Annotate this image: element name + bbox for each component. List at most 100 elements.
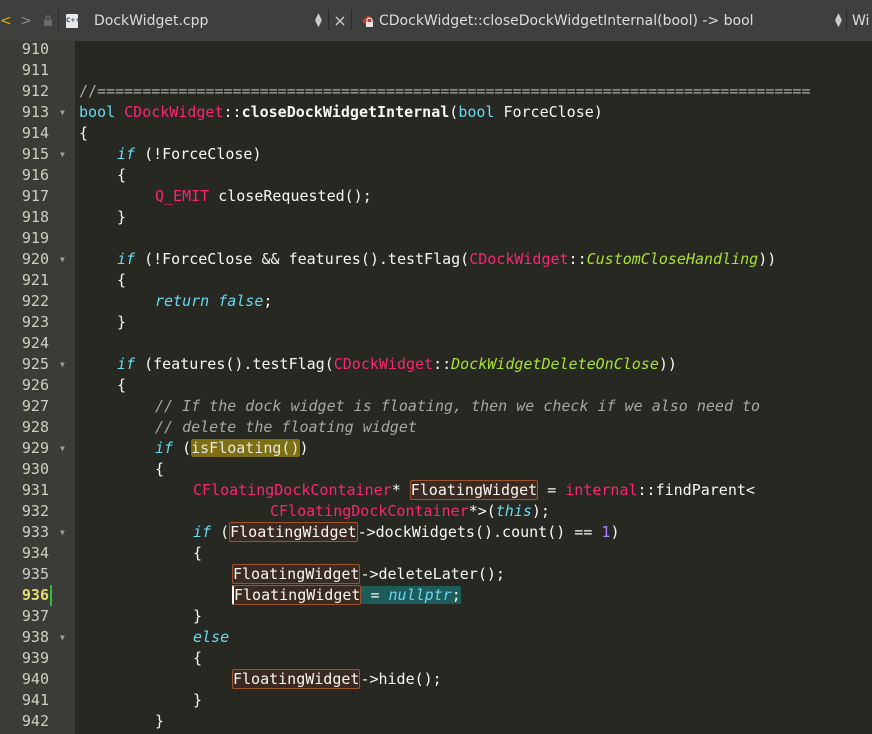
brace: {	[117, 166, 127, 184]
brace: }	[117, 208, 127, 226]
keyword-if: if	[117, 250, 136, 268]
code-line-941: }	[0, 690, 872, 711]
variable-reference: FloatingWidget	[232, 564, 361, 584]
assign: =	[361, 586, 389, 604]
return-type: bool	[79, 103, 116, 121]
code-line-932: CFloatingDockContainer*>(this);	[0, 501, 872, 522]
window-tab-label: Wi	[852, 12, 870, 29]
semicolon: ;	[451, 586, 461, 604]
code-line-937: }	[0, 606, 872, 627]
selected-text: = nullptr;	[361, 586, 461, 604]
member-call: ->hide();	[360, 670, 442, 688]
code-line-934: {	[0, 543, 872, 564]
code-line-918: }	[0, 207, 872, 228]
code-line-936: FloatingWidget = nullptr;	[0, 585, 872, 606]
brace: {	[155, 460, 165, 478]
return-statement: return false;	[155, 291, 272, 312]
scope-operator: ::	[223, 103, 242, 121]
keyword-if: if	[193, 523, 212, 541]
close-parens: ))	[758, 250, 777, 268]
class-name: CFloatingDockContainer	[193, 481, 392, 499]
keyword-return: return	[155, 292, 210, 310]
statement: FloatingWidget->hide();	[232, 669, 442, 690]
forward-button[interactable]: >	[18, 0, 34, 41]
brace: }	[193, 691, 203, 709]
toolbar-separator	[328, 10, 329, 30]
cast: *>(	[468, 502, 496, 520]
semicolon: ;	[263, 292, 273, 310]
if-statement: if (features().testFlag(CDockWidget::Doc…	[117, 354, 677, 375]
scope-operator: ::	[433, 355, 452, 373]
brace: {	[79, 124, 89, 142]
brace: {	[193, 649, 203, 667]
code-line-930: {	[0, 459, 872, 480]
file-selector[interactable]: C++ DockWidget.cpp ▲ ▼	[60, 0, 328, 41]
line-number: 910	[21, 40, 49, 58]
namespace: internal	[565, 481, 638, 499]
code-line-922: return false;	[0, 291, 872, 312]
code-line-927: // If the dock widget is floating, then …	[0, 396, 872, 417]
code-line-931: CFloatingDockContainer* FloatingWidget =…	[0, 480, 872, 501]
keyword-false: false	[218, 292, 264, 310]
template-args: CFloatingDockContainer*>(this);	[270, 501, 550, 522]
toolbar-separator	[58, 10, 59, 30]
variable-reference: FloatingWidget	[409, 480, 539, 500]
code-line-914: {	[0, 123, 872, 144]
keyword-if: if	[155, 439, 174, 457]
macro: Q_EMIT	[155, 187, 210, 205]
code-line-928: // delete the floating widget	[0, 417, 872, 438]
class-name: CFloatingDockContainer	[270, 502, 469, 520]
enum-value: CustomCloseHandling	[586, 250, 759, 268]
close-icon: ×	[333, 11, 347, 30]
call: closeRequested();	[209, 187, 372, 205]
code-line-929: if (isFloating())	[0, 438, 872, 459]
separator-comment: //======================================…	[79, 82, 811, 100]
symbol-selector[interactable]: CDockWidget::closeDockWidgetInternal(boo…	[353, 0, 847, 41]
if-statement: if (!ForceClose)	[117, 144, 262, 165]
keyword-this: this	[495, 502, 532, 520]
comment: // delete the floating widget	[155, 418, 417, 436]
if-statement: if (FloatingWidget->dockWidgets().count(…	[193, 522, 619, 543]
member-call: ->deleteLater();	[360, 565, 505, 583]
open-paren: (	[173, 439, 192, 457]
cpp-file-icon: C++	[66, 13, 80, 28]
variable-reference: FloatingWidget	[232, 669, 361, 689]
brace: }	[117, 313, 127, 331]
up-down-arrows-icon: ▲ ▼	[835, 12, 842, 29]
line-number: 924	[21, 334, 49, 352]
pointer: *	[391, 481, 410, 499]
chevron-left-icon: <	[0, 12, 12, 29]
close-document-button[interactable]: ×	[330, 0, 350, 41]
code-line-938: else	[0, 627, 872, 648]
statement: FloatingWidget->deleteLater();	[232, 564, 505, 585]
open-paren: (	[449, 103, 459, 121]
code-line-920: if (!ForceClose && features().testFlag( C…	[0, 249, 872, 270]
code-line-925: if (features().testFlag(CDockWidget::Doc…	[0, 354, 872, 375]
code-line-935: FloatingWidget->deleteLater();	[0, 564, 872, 585]
if-statement: if (!ForceClose && features().testFlag( C…	[117, 249, 776, 270]
method-symbol-icon	[362, 14, 374, 27]
comment: // If the dock widget is floating, then …	[155, 397, 761, 415]
brace: }	[155, 712, 165, 730]
line-number-row: 919	[0, 228, 75, 249]
keyword-else: else	[193, 628, 230, 646]
statement: FloatingWidget = nullptr;	[232, 585, 461, 606]
condition: (!ForceClose && features().testFlag(	[135, 250, 470, 268]
template-call: ::findParent<	[637, 481, 755, 499]
if-statement: if (isFloating())	[155, 438, 309, 459]
brace: {	[117, 376, 127, 394]
enum-value: DockWidgetDeleteOnClose	[451, 355, 659, 373]
close-parens: ))	[658, 355, 677, 373]
window-tab[interactable]: Wi	[852, 0, 872, 41]
back-button[interactable]: <	[0, 0, 18, 41]
up-down-arrows-icon: ▲ ▼	[315, 12, 322, 29]
symbol-name: CDockWidget::closeDockWidgetInternal(boo…	[379, 12, 754, 29]
lock-button[interactable]	[40, 0, 56, 41]
scope-operator: ::	[568, 250, 587, 268]
condition: (features().testFlag(	[135, 355, 334, 373]
line-number-row: 911	[0, 60, 75, 81]
brace: {	[117, 271, 127, 289]
line-number: 919	[21, 229, 49, 247]
condition: (!ForceClose)	[135, 145, 262, 163]
